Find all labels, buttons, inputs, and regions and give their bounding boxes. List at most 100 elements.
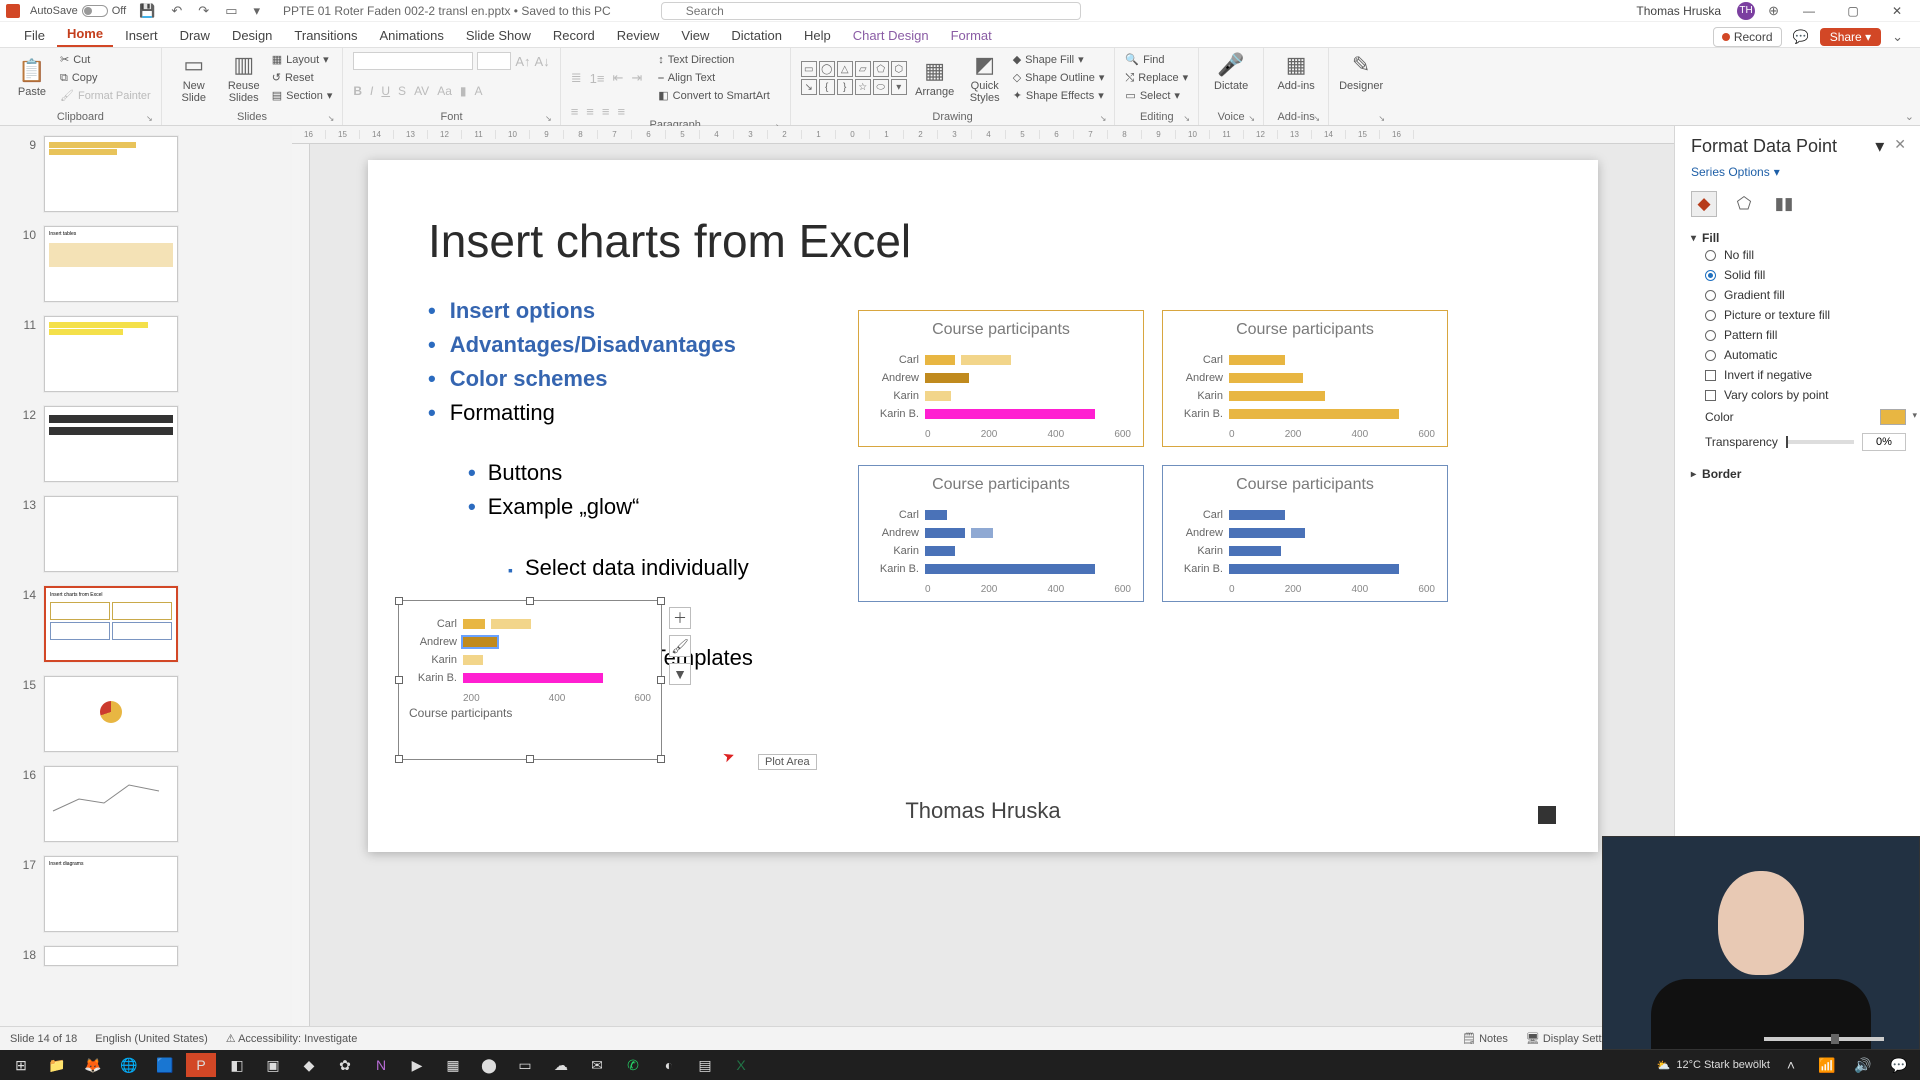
quick-styles-button[interactable]: ◩Quick Styles	[963, 52, 1007, 104]
chart-elements-button[interactable]: ＋	[669, 607, 691, 629]
check-vary[interactable]	[1705, 390, 1716, 401]
underline-button[interactable]: U	[381, 84, 390, 98]
thumb-13[interactable]	[44, 496, 178, 572]
tb-app[interactable]: ◆	[294, 1053, 324, 1077]
tab-draw[interactable]: Draw	[170, 24, 220, 47]
qat-more-icon[interactable]: ▾	[250, 3, 263, 19]
radio-solid[interactable]	[1705, 270, 1716, 281]
color-picker[interactable]	[1880, 409, 1906, 425]
strike-button[interactable]: S	[398, 84, 406, 98]
resize-handle[interactable]	[526, 755, 534, 763]
user-name[interactable]: Thomas Hruska	[1636, 4, 1721, 18]
zoom-slider[interactable]	[1764, 1037, 1884, 1041]
arrange-button[interactable]: ▦Arrange	[913, 58, 957, 98]
radio-picture[interactable]	[1705, 310, 1716, 321]
resize-handle[interactable]	[657, 755, 665, 763]
tab-file[interactable]: File	[14, 24, 55, 47]
shadow-button[interactable]: AV	[414, 84, 429, 98]
align-center-icon[interactable]: ≡	[586, 104, 594, 119]
font-size[interactable]	[477, 52, 511, 70]
ribbon-options-icon[interactable]: ⌄	[1889, 29, 1906, 45]
tb-app[interactable]: ▤	[690, 1053, 720, 1077]
tb-edge[interactable]: 🟦	[150, 1053, 180, 1077]
text-direction-button[interactable]: ↕ Text Direction	[658, 52, 770, 68]
paste-button[interactable]: 📋Paste	[10, 58, 54, 98]
save-icon[interactable]: 💾	[136, 3, 158, 19]
tab-chartdesign[interactable]: Chart Design	[843, 24, 939, 47]
transparency-slider[interactable]	[1786, 440, 1854, 444]
tab-record[interactable]: Record	[543, 24, 605, 47]
radio-auto[interactable]	[1705, 350, 1716, 361]
tb-weather[interactable]: ⛅ 12°C Stark bewölkt	[1657, 1059, 1770, 1072]
chart-1[interactable]: Course participants Carl Andrew Karin Ka…	[858, 310, 1144, 447]
tray-network-icon[interactable]: 📶	[1812, 1053, 1842, 1077]
shape-gallery[interactable]: ▭◯△▱⬠⬡ ↘{}☆⬭▾	[801, 61, 907, 95]
replace-button[interactable]: ⤭ Replace ▾	[1125, 70, 1188, 86]
section-button[interactable]: ▤ Section ▾	[272, 88, 333, 104]
chart-4[interactable]: Course participants Carl Andrew Karin Ka…	[1162, 465, 1448, 602]
tb-excel[interactable]: X	[726, 1053, 756, 1077]
record-button[interactable]: Record	[1713, 27, 1782, 47]
pane-dropdown-icon[interactable]: ▾	[1875, 136, 1884, 157]
undo-icon[interactable]: ↶	[168, 3, 185, 19]
tray-volume-icon[interactable]: 🔊	[1848, 1053, 1878, 1077]
tb-onenote[interactable]: N	[366, 1053, 396, 1077]
check-invert[interactable]	[1705, 370, 1716, 381]
thumb-17[interactable]: Insert diagrams	[44, 856, 178, 932]
grow-font-icon[interactable]: A↑	[515, 54, 530, 69]
fill-header[interactable]: Fill	[1691, 231, 1906, 245]
tab-transitions[interactable]: Transitions	[284, 24, 367, 47]
designer-button[interactable]: ✎Designer	[1339, 52, 1383, 92]
selected-chart[interactable]: Carl Andrew Karin Karin B. 200400600 Cou…	[398, 600, 662, 760]
thumb-15[interactable]	[44, 676, 178, 752]
autosave[interactable]: AutoSave Off	[30, 5, 126, 17]
chart-2[interactable]: Course participants Carl Andrew Karin Ka…	[1162, 310, 1448, 447]
tab-dictation[interactable]: Dictation	[721, 24, 792, 47]
thumb-14[interactable]: Insert charts from Excel	[44, 586, 178, 662]
shape-fill-button[interactable]: ◆ Shape Fill ▾	[1013, 52, 1105, 68]
chart-filters-button[interactable]: ▼	[669, 663, 691, 685]
bullets-icon[interactable]: ≣	[571, 70, 582, 86]
from-beginning-icon[interactable]: ▭	[222, 3, 240, 19]
numbering-icon[interactable]: 1≡	[590, 71, 605, 86]
status-accessibility[interactable]: ⚠ Accessibility: Investigate	[226, 1032, 358, 1045]
align-right-icon[interactable]: ≡	[602, 104, 610, 119]
slide[interactable]: Insert charts from Excel Insert options …	[368, 160, 1598, 852]
bold-button[interactable]: B	[353, 84, 362, 98]
status-lang[interactable]: English (United States)	[95, 1033, 208, 1045]
layout-button[interactable]: ▦ Layout ▾	[272, 52, 333, 68]
tb-app[interactable]: ▭	[510, 1053, 540, 1077]
tab-review[interactable]: Review	[607, 24, 670, 47]
notes-button[interactable]: 🗒 Notes	[1462, 1032, 1508, 1045]
tab-insert[interactable]: Insert	[115, 24, 168, 47]
format-painter-button[interactable]: 🖌 Format Painter	[60, 88, 151, 104]
new-slide-button[interactable]: ▭New Slide	[172, 52, 216, 104]
justify-icon[interactable]: ≡	[617, 104, 625, 119]
tab-format[interactable]: Format	[941, 24, 1002, 47]
border-header[interactable]: Border	[1691, 467, 1906, 481]
tb-app[interactable]: ◐	[654, 1053, 684, 1077]
highlight-icon[interactable]: ▮	[460, 84, 467, 98]
tb-app[interactable]: ✿	[330, 1053, 360, 1077]
tb-whatsapp[interactable]: ✆	[618, 1053, 648, 1077]
thumb-11[interactable]	[44, 316, 178, 392]
start-button[interactable]: ⊞	[6, 1053, 36, 1077]
transparency-value[interactable]	[1862, 433, 1906, 451]
tab-home[interactable]: Home	[57, 22, 113, 47]
tb-app[interactable]: ▣	[258, 1053, 288, 1077]
minimize-button[interactable]: —	[1792, 4, 1826, 18]
close-button[interactable]: ✕	[1880, 4, 1914, 18]
tb-app[interactable]: ☁	[546, 1053, 576, 1077]
tb-app[interactable]: ▶	[402, 1053, 432, 1077]
reuse-slides-button[interactable]: ▥Reuse Slides	[222, 52, 266, 104]
tab-animations[interactable]: Animations	[370, 24, 454, 47]
shrink-font-icon[interactable]: A↓	[535, 54, 550, 69]
tab-design[interactable]: Design	[222, 24, 282, 47]
search-input[interactable]	[661, 2, 1081, 20]
chart-3[interactable]: Course participants Carl Andrew Karin Ka…	[858, 465, 1144, 602]
resize-handle[interactable]	[395, 597, 403, 605]
shape-effects-button[interactable]: ✦ Shape Effects ▾	[1013, 88, 1105, 104]
tb-app[interactable]: ⬤	[474, 1053, 504, 1077]
maximize-button[interactable]: ▢	[1836, 4, 1870, 18]
tray-chevron-icon[interactable]: ˄	[1776, 1053, 1806, 1077]
